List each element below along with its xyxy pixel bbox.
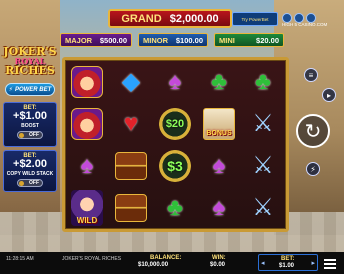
balance-label: BALANCE: bbox=[150, 255, 182, 261]
minor-jackpot-label: MINOR bbox=[143, 35, 168, 45]
reel-cell: ♠ bbox=[199, 147, 239, 185]
scepter-symbol: ⚔ bbox=[252, 194, 274, 221]
scepter-symbol: ⚔ bbox=[252, 152, 274, 179]
club-symbol: ♣ bbox=[167, 194, 183, 221]
reel-cell: ♠ bbox=[67, 147, 107, 185]
copy-wild-panel: BET: +$2.00 COPY WILD STACK OFF bbox=[3, 150, 57, 192]
copy-wild-name: COPY WILD STACK bbox=[6, 170, 54, 177]
reel-cell: ⚔ bbox=[243, 189, 283, 227]
clock: 11:28:15 AM bbox=[6, 256, 34, 262]
win-label: WIN: bbox=[212, 255, 226, 261]
bet-label: BET: bbox=[281, 256, 295, 262]
minor-jackpot-value: $100.00 bbox=[175, 35, 203, 45]
reel-cell: ◆ bbox=[111, 63, 151, 101]
bonus-symbol: BONUS bbox=[203, 108, 235, 140]
major-jackpot: MAJOR $500.00 bbox=[60, 33, 132, 47]
power-bet-label: POWER BET bbox=[14, 86, 52, 93]
jester-symbol bbox=[71, 66, 103, 98]
reel-cell bbox=[67, 105, 107, 143]
spade-symbol: ♠ bbox=[168, 68, 182, 95]
mini-jackpot-label: MINI bbox=[219, 35, 235, 45]
casino-logo: HIGH 5 CASINO.COM bbox=[282, 22, 328, 27]
wild-label: WILD bbox=[76, 216, 98, 225]
spade-symbol: ♠ bbox=[212, 152, 226, 179]
grand-jackpot-value: $2,000.00 bbox=[169, 12, 219, 25]
power-bet-badge[interactable]: ⚡ POWER BET bbox=[5, 83, 55, 96]
bet-decrease-icon[interactable]: ◂ bbox=[261, 259, 265, 267]
reel-cell: $3 bbox=[155, 147, 195, 185]
reel-cell: $20 bbox=[155, 105, 195, 143]
bet-increase-icon[interactable]: ▸ bbox=[311, 259, 315, 267]
boost-name: BOOST bbox=[21, 122, 39, 129]
autoplay-icon[interactable]: ▸ bbox=[322, 88, 336, 102]
chest-symbol bbox=[115, 152, 147, 180]
reel-cell: ♠ bbox=[199, 189, 239, 227]
reel-cell: WILD bbox=[67, 189, 107, 227]
spin-button[interactable]: ↻ bbox=[296, 114, 330, 148]
reel-cell: ⚔ bbox=[243, 147, 283, 185]
bet-value: $1.00 bbox=[279, 263, 295, 269]
reel-cell: ♥ bbox=[111, 105, 151, 143]
lightning-icon: ⚡ bbox=[8, 87, 13, 93]
reel-cell: ♣ bbox=[155, 189, 195, 227]
menu-icon[interactable] bbox=[324, 257, 336, 269]
reel-cell: ♣ bbox=[243, 63, 283, 101]
game-name: JOKER'S ROYAL RICHES bbox=[62, 256, 122, 262]
diamond-symbol: ◆ bbox=[121, 68, 141, 95]
jester-symbol bbox=[71, 108, 103, 140]
grand-jackpot: GRAND $2,000.00 bbox=[108, 9, 232, 28]
balance-value: $10,000.00 bbox=[138, 262, 169, 268]
boost-amount: +$1.00 bbox=[13, 110, 47, 122]
boost-panel: BET: +$1.00 BOOST OFF bbox=[3, 102, 57, 147]
heart-symbol: ♥ bbox=[123, 110, 139, 137]
minor-jackpot: MINOR $100.00 bbox=[138, 33, 208, 47]
major-jackpot-value: $500.00 bbox=[99, 35, 127, 45]
reel-cell bbox=[67, 63, 107, 101]
reel-cell: ♠ bbox=[155, 63, 195, 101]
spin-icon: ↻ bbox=[304, 120, 322, 143]
wild-symbol: WILD bbox=[71, 190, 103, 226]
bet-selector: ◂ BET: $1.00 ▸ bbox=[258, 254, 318, 271]
boost-toggle[interactable]: OFF bbox=[17, 130, 43, 139]
club-symbol: ♣ bbox=[255, 68, 271, 95]
copy-wild-toggle[interactable]: OFF bbox=[17, 178, 43, 187]
coin-symbol: $20 bbox=[159, 108, 191, 140]
reel-cell: ⚔ bbox=[243, 105, 283, 143]
game-logo: JOKER'S ROYAL RICHES bbox=[2, 46, 58, 80]
logo-line-3: RICHES bbox=[5, 64, 55, 77]
chest-symbol bbox=[115, 194, 147, 222]
bottom-bar: 11:28:15 AM JOKER'S ROYAL RICHES BALANCE… bbox=[0, 252, 344, 274]
reel-cell bbox=[111, 189, 151, 227]
major-jackpot-label: MAJOR bbox=[65, 35, 93, 45]
mini-jackpot-value: $20.00 bbox=[256, 35, 279, 45]
turbo-icon[interactable]: ⚡ bbox=[306, 162, 320, 176]
club-symbol: ♣ bbox=[211, 68, 227, 95]
grand-jackpot-label: GRAND bbox=[121, 12, 162, 25]
win-value: $0.00 bbox=[210, 262, 226, 268]
bonus-label: BONUS bbox=[206, 130, 232, 137]
coin-symbol: $3 bbox=[159, 150, 191, 182]
reel-cell: ♣ bbox=[199, 63, 239, 101]
reel-cell: BONUS bbox=[199, 105, 239, 143]
copy-wild-amount: +$2.00 bbox=[13, 158, 47, 170]
reel-cell bbox=[111, 147, 151, 185]
mini-jackpot: MINI $20.00 bbox=[214, 33, 284, 47]
spade-symbol: ♠ bbox=[80, 152, 94, 179]
reel-grid: ◆ ♠ ♣ ♣ ♥ $20 BONUS ⚔ ♠ $3 ♠ ⚔ WILD ♣ ♠ … bbox=[62, 57, 289, 232]
try-powerbet-button[interactable]: Try PowerBet bbox=[232, 12, 278, 26]
scepter-symbol: ⚔ bbox=[252, 110, 274, 137]
paytable-icon[interactable]: ≡ bbox=[304, 68, 318, 82]
spade-symbol: ♠ bbox=[212, 194, 226, 221]
